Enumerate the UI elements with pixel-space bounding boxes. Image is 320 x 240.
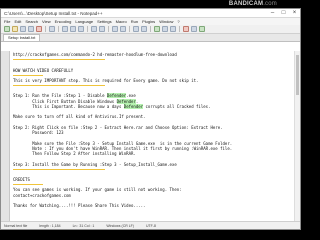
stop-macro-icon[interactable] xyxy=(191,26,197,32)
maximize-button[interactable]: □ xyxy=(278,9,289,17)
toolbar-divider xyxy=(87,26,88,32)
record-macro-icon[interactable] xyxy=(183,26,189,32)
text-line: Step 3: Install the Game by Running :Ste… xyxy=(13,161,177,167)
status-length: length : 1,184 xyxy=(39,223,61,228)
text-line: HOW WATCH VIDEO CAREFULLY xyxy=(13,67,74,73)
search-highlight: Defender xyxy=(123,103,144,109)
menu-plugins[interactable]: Plugins xyxy=(142,19,155,24)
toolbar xyxy=(1,25,300,34)
separator-rule xyxy=(13,168,105,170)
notepad-window: C:\Users\...\Desktop\Setup Install.txt -… xyxy=(0,8,301,230)
replace-icon[interactable] xyxy=(120,26,126,32)
search-highlight: Defender xyxy=(106,93,127,99)
find-icon[interactable] xyxy=(112,26,118,32)
separator-rule xyxy=(13,74,43,76)
menu-view[interactable]: View xyxy=(42,19,51,24)
open-file-icon[interactable] xyxy=(12,26,18,32)
bandicam-watermark: BANDICAM.com xyxy=(228,1,277,7)
title-bar: C:\Users\...\Desktop\Setup Install.txt -… xyxy=(1,9,300,18)
tab-bar: Setup Install.txt xyxy=(1,34,300,42)
separator-rule xyxy=(13,85,105,86)
tab-setup-install[interactable]: Setup Install.txt xyxy=(3,34,41,41)
line-number-gutter xyxy=(1,51,10,221)
print-icon[interactable] xyxy=(49,26,55,32)
save-icon[interactable] xyxy=(20,26,26,32)
status-file-type: Normal text file xyxy=(4,223,28,228)
toolbar-divider xyxy=(129,26,130,32)
editor-area: http://crackofgames.com/commando-2 hd-re… xyxy=(1,51,300,221)
menu-file[interactable]: File xyxy=(4,19,10,24)
text-line: CREDITS xyxy=(13,177,30,182)
status-bar: Normal text file length : 1,184 Ln : 31 … xyxy=(1,221,300,229)
search-highlight: Defender xyxy=(116,98,136,104)
toolbar-divider xyxy=(179,26,180,32)
zoom-in-icon[interactable] xyxy=(133,26,139,32)
close-file-icon[interactable] xyxy=(36,26,42,32)
toolbar-divider xyxy=(108,26,109,32)
menu-search[interactable]: Search xyxy=(25,19,38,24)
paste-icon[interactable] xyxy=(78,26,84,32)
scrollbar-thumb[interactable] xyxy=(296,55,299,95)
new-file-icon[interactable] xyxy=(4,26,10,32)
menu-help[interactable]: ? xyxy=(177,19,179,24)
vertical-scrollbar[interactable] xyxy=(294,51,300,221)
menu-settings[interactable]: Settings xyxy=(97,19,111,24)
toolbar-divider xyxy=(150,26,151,32)
menu-language[interactable]: Language xyxy=(75,19,93,24)
separator-rule xyxy=(13,59,105,61)
menu-macro[interactable]: Macro xyxy=(116,19,127,24)
show-all-chars-icon[interactable] xyxy=(162,26,168,32)
text-line: Thanks for Watching....!!! Please Share … xyxy=(13,203,146,208)
menu-bar: File Edit Search View Encoding Language … xyxy=(1,18,300,25)
cut-icon[interactable] xyxy=(62,26,68,32)
redo-icon[interactable] xyxy=(99,26,105,32)
menu-edit[interactable]: Edit xyxy=(14,19,21,24)
word-wrap-icon[interactable] xyxy=(154,26,160,32)
menu-run[interactable]: Run xyxy=(131,19,138,24)
status-encoding: UTF-8 xyxy=(145,223,156,228)
zoom-out-icon[interactable] xyxy=(141,26,147,32)
status-eol: Windows (CR LF) xyxy=(106,223,134,228)
play-macro-icon[interactable] xyxy=(199,26,205,32)
separator-rule xyxy=(13,184,43,186)
close-button[interactable]: × xyxy=(289,9,300,17)
undo-icon[interactable] xyxy=(91,26,97,32)
save-all-icon[interactable] xyxy=(28,26,34,32)
menu-window[interactable]: Window xyxy=(159,19,173,24)
text-line: http://crackofgames.com/commando-2 hd-re… xyxy=(13,52,177,57)
toolbar-divider xyxy=(45,26,46,32)
indent-guide-icon[interactable] xyxy=(170,26,176,32)
text-line: This is very IMPORTANT step. This is req… xyxy=(13,77,199,83)
window-title: C:\Users\...\Desktop\Setup Install.txt -… xyxy=(4,10,103,16)
menu-encoding[interactable]: Encoding xyxy=(55,19,72,24)
text-content[interactable]: http://crackofgames.com/commando-2 hd-re… xyxy=(10,51,300,221)
minimize-button[interactable]: – xyxy=(267,9,278,17)
toolbar-divider xyxy=(58,26,59,32)
copy-icon[interactable] xyxy=(70,26,76,32)
status-position: Ln : 31 Col : 1 xyxy=(72,223,95,228)
